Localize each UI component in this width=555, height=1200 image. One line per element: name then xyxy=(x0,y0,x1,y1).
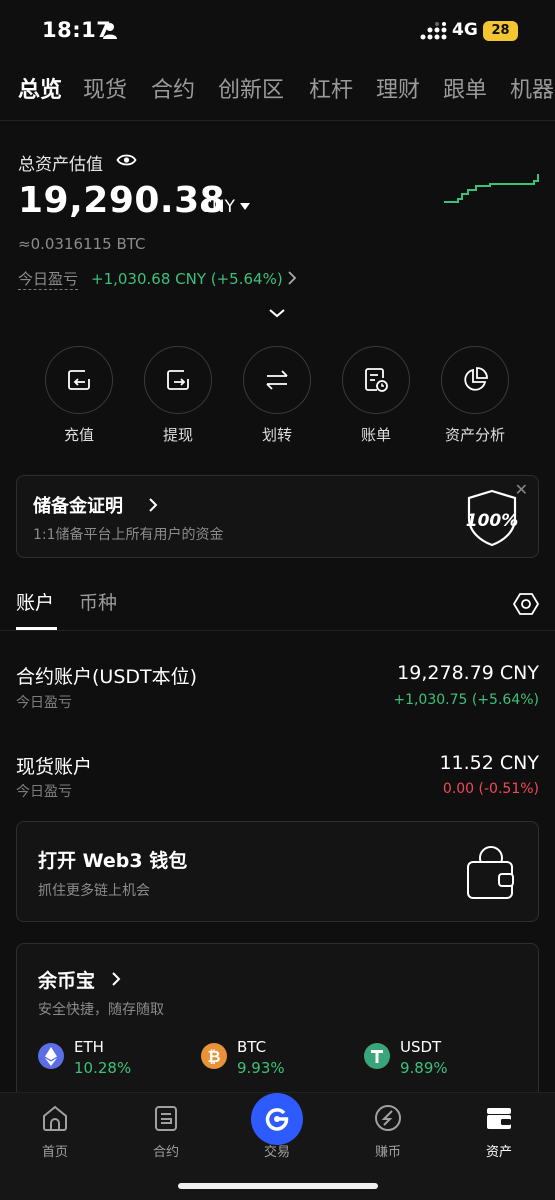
chevron-right-icon xyxy=(112,972,121,986)
total-assets-value: 19,290.38 xyxy=(18,180,226,221)
today-pnl-label[interactable]: 今日盈亏 xyxy=(18,269,79,290)
tab-overview[interactable]: 总览 xyxy=(18,72,62,104)
transfer-icon xyxy=(266,370,288,390)
pie-chart-icon xyxy=(464,367,488,391)
deposit-button[interactable]: 充值 xyxy=(39,346,119,445)
bill-button[interactable]: 账单 xyxy=(336,346,416,445)
withdraw-label: 提现 xyxy=(162,426,193,444)
transfer-label: 划转 xyxy=(261,426,292,444)
nav-assets[interactable]: 资产 xyxy=(454,1103,544,1160)
deposit-icon xyxy=(68,370,90,390)
nav-contract-label: 合约 xyxy=(152,1145,179,1160)
settings-icon[interactable] xyxy=(513,591,539,617)
expand-chevron-icon[interactable] xyxy=(268,306,286,320)
tab-futures[interactable]: 合约 xyxy=(151,72,195,104)
clock: 18:17 xyxy=(42,18,112,42)
wallet-icon xyxy=(467,846,514,899)
account-value: 19,278.79 CNY xyxy=(397,662,539,684)
coin-name: ETH xyxy=(74,1038,104,1056)
nav-home-label: 首页 xyxy=(41,1145,68,1160)
nav-trade[interactable]: 交易 xyxy=(232,1093,322,1160)
coin-name: USDT xyxy=(400,1038,442,1056)
reserve-badge-text: 100% xyxy=(466,511,519,531)
coin-rate: 9.93% xyxy=(237,1059,285,1077)
tab-innovation[interactable]: 创新区 xyxy=(218,72,284,104)
bill-label: 账单 xyxy=(360,426,391,444)
asset-sparkline xyxy=(444,174,539,203)
eth-icon xyxy=(38,1043,64,1069)
deposit-label: 充值 xyxy=(63,426,94,444)
total-assets-label: 总资产估值 xyxy=(18,155,103,175)
caret-down-icon[interactable] xyxy=(240,203,250,210)
svg-text:₿: ₿ xyxy=(207,1047,220,1066)
divider xyxy=(0,630,555,631)
tab-margin[interactable]: 杠杆 xyxy=(309,72,353,104)
account-name: 现货账户 xyxy=(16,756,93,778)
transfer-circle xyxy=(243,346,311,414)
asset-analysis-button[interactable]: 资产分析 xyxy=(435,346,515,445)
transfer-button[interactable]: 划转 xyxy=(237,346,317,445)
account-value: 11.52 CNY xyxy=(439,752,539,774)
account-pnl: 0.00 (-0.51%) xyxy=(442,781,539,797)
earn-card[interactable]: 余币宝 安全快捷，随存随取 xyxy=(16,943,539,1103)
contract-icon xyxy=(155,1106,177,1131)
nav-home[interactable]: 首页 xyxy=(10,1103,100,1160)
status-bar: 18:17 4G 28 xyxy=(0,0,555,62)
withdraw-button[interactable]: 提现 xyxy=(138,346,218,445)
withdraw-circle xyxy=(144,346,212,414)
tab-coins[interactable]: 币种 xyxy=(79,588,117,615)
proof-of-reserves-banner[interactable]: 储备金证明 1:1储备平台上所有用户的资金 ✕ 100% xyxy=(16,475,539,558)
coin-rate: 10.28% xyxy=(74,1059,132,1077)
web3-subtitle: 抓住更多链上机会 xyxy=(38,883,150,899)
tab-accounts[interactable]: 账户 xyxy=(16,588,54,615)
home-icon xyxy=(43,1105,67,1131)
account-name: 合约账户(USDT本位) xyxy=(16,666,198,688)
trade-icon xyxy=(265,1108,289,1131)
signal-icon xyxy=(420,22,447,40)
eye-icon[interactable] xyxy=(116,151,137,169)
nav-contract[interactable]: 合约 xyxy=(121,1103,211,1160)
proof-subtitle: 1:1储备平台上所有用户的资金 xyxy=(33,527,224,543)
top-tabs: 总览 现货 合约 创新区 杠杆 理财 跟单 机器 xyxy=(0,68,555,112)
nav-earn-label: 赚币 xyxy=(374,1145,401,1160)
tab-bots[interactable]: 机器 xyxy=(510,72,554,104)
tab-spot[interactable]: 现货 xyxy=(83,72,127,104)
asset-analysis-circle xyxy=(441,346,509,414)
withdraw-icon xyxy=(167,370,189,390)
home-indicator xyxy=(178,1183,378,1189)
chevron-right-icon[interactable] xyxy=(286,268,298,288)
proof-title: 储备金证明 xyxy=(33,496,123,517)
chevron-right-icon xyxy=(149,498,158,512)
btc-equivalent: ≈0.0316115 BTC xyxy=(18,235,146,253)
earn-subtitle: 安全快捷，随存随取 xyxy=(38,1002,164,1018)
web3-title: 打开 Web3 钱包 xyxy=(38,850,188,872)
tab-copy-trading[interactable]: 跟单 xyxy=(443,72,487,104)
wallet-icon xyxy=(487,1108,511,1129)
reserve-badge-icon: 100% xyxy=(466,489,519,547)
bill-icon xyxy=(365,368,388,392)
currency-selector[interactable]: CNY xyxy=(200,197,235,217)
earn-title: 余币宝 xyxy=(38,970,96,992)
deposit-circle xyxy=(45,346,113,414)
earn-icon xyxy=(375,1105,401,1131)
today-pnl-value[interactable]: +1,030.68 CNY (+5.64%) xyxy=(91,269,283,289)
coin-rate: 9.89% xyxy=(400,1059,448,1077)
account-pnl-label: 今日盈亏 xyxy=(16,695,72,711)
bill-circle xyxy=(342,346,410,414)
network-type: 4G xyxy=(452,20,478,40)
asset-analysis-label: 资产分析 xyxy=(444,426,505,444)
usdt-icon xyxy=(364,1043,390,1069)
divider xyxy=(0,120,555,121)
battery-indicator: 28 xyxy=(483,21,518,41)
tab-finance[interactable]: 理财 xyxy=(376,72,420,104)
btc-icon: ₿ xyxy=(201,1043,227,1069)
trade-button[interactable] xyxy=(251,1093,303,1145)
nav-earn[interactable]: 赚币 xyxy=(343,1103,433,1160)
account-pnl-label: 今日盈亏 xyxy=(16,784,72,800)
web3-wallet-card[interactable]: 打开 Web3 钱包 抓住更多链上机会 xyxy=(16,821,539,922)
coin-name: BTC xyxy=(237,1038,267,1056)
account-pnl: +1,030.75 (+5.64%) xyxy=(393,692,539,708)
person-icon xyxy=(103,23,117,39)
nav-assets-label: 资产 xyxy=(485,1145,512,1160)
